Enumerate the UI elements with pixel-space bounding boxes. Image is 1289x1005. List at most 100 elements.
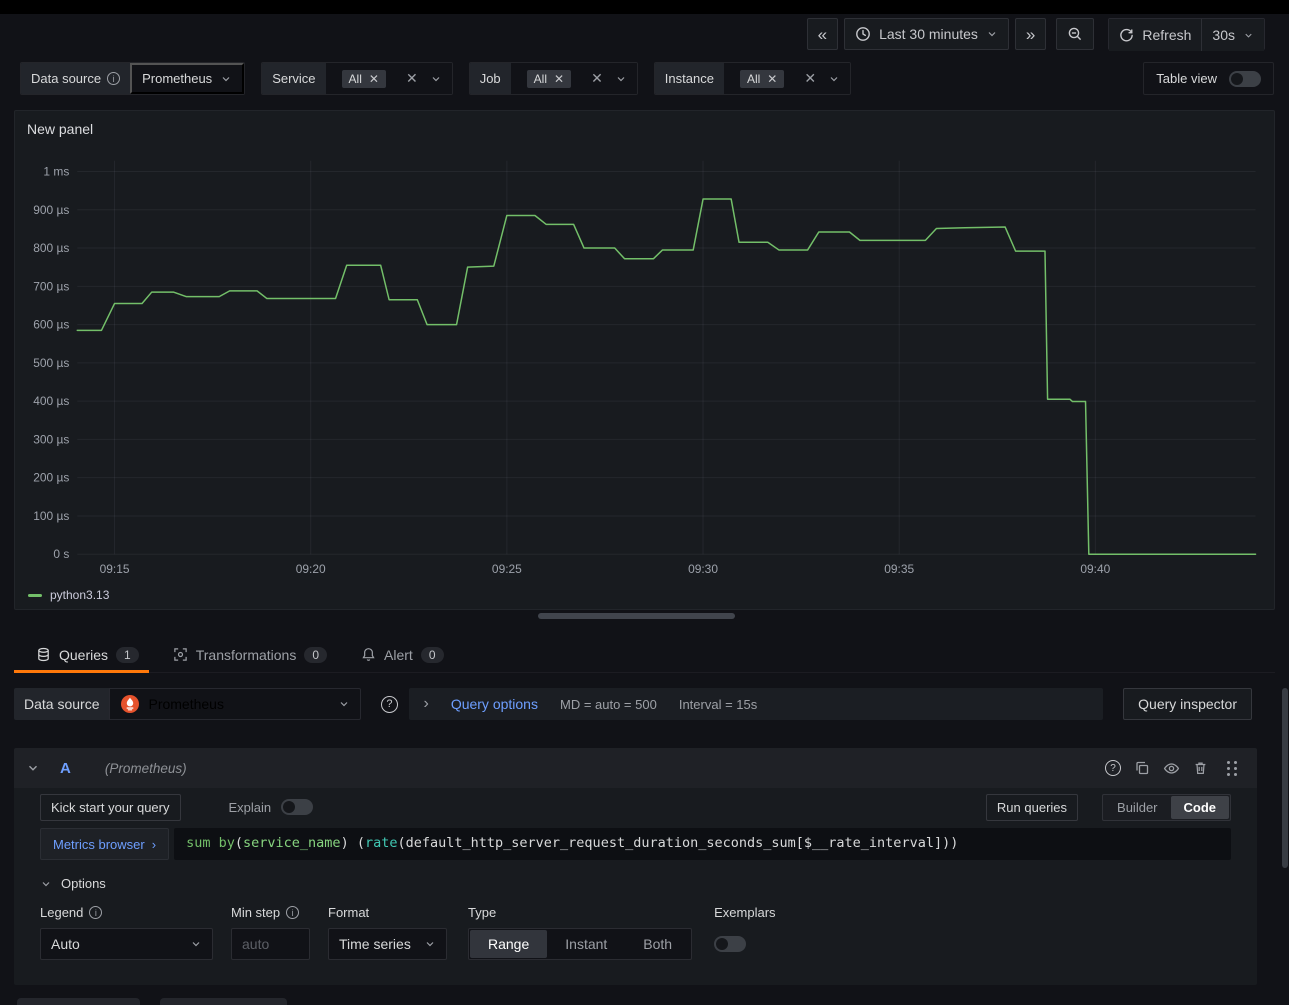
min-step-input[interactable] <box>231 928 310 960</box>
filter-instance-chip[interactable]: All ✕ <box>740 70 784 88</box>
filter-job-chip[interactable]: All ✕ <box>527 70 571 88</box>
exemplars-label: Exemplars <box>714 905 775 920</box>
tab-count-badge: 0 <box>421 647 444 663</box>
filter-data-source-value: Prometheus <box>142 71 212 86</box>
collapse-chevron-icon[interactable] <box>26 761 40 775</box>
filter-service-chip[interactable]: All ✕ <box>342 70 386 88</box>
svg-text:100 µs: 100 µs <box>33 509 69 523</box>
options-collapse-header[interactable]: Options <box>40 876 1231 891</box>
refresh-group: Refresh 30s <box>1108 18 1265 50</box>
filter-data-source: Data source i Prometheus <box>20 62 245 95</box>
partial-button[interactable] <box>160 998 287 1005</box>
chevron-down-icon <box>986 28 998 40</box>
refresh-interval-dropdown[interactable]: 30s <box>1201 19 1264 51</box>
query-options-section: Options Legendi Auto Min stepi Format Ti… <box>40 876 1231 960</box>
magnifier-minus-icon <box>1067 26 1083 42</box>
zoom-out-time-button[interactable] <box>1056 18 1094 50</box>
toggle-visibility-icon[interactable] <box>1163 760 1180 777</box>
filter-instance-label: Instance <box>665 71 714 86</box>
filter-data-source-label: Data source <box>31 71 101 86</box>
type-option-instant[interactable]: Instant <box>547 930 625 958</box>
partial-button[interactable] <box>17 998 140 1005</box>
type-option-range[interactable]: Range <box>470 930 547 958</box>
svg-text:300 µs: 300 µs <box>33 432 69 446</box>
max-data-points-value: MD = auto = 500 <box>560 697 657 712</box>
refresh-interval-value: 30s <box>1212 27 1235 43</box>
chevron-down-icon <box>220 73 232 85</box>
type-option-both[interactable]: Both <box>625 930 690 958</box>
tab-queries[interactable]: Queries 1 <box>14 637 149 672</box>
type-label: Type <box>468 905 496 920</box>
clear-filter-icon[interactable]: ✕ <box>804 70 816 87</box>
svg-text:09:30: 09:30 <box>688 562 718 576</box>
data-source-select[interactable]: Prometheus <box>109 688 361 720</box>
tab-count-badge: 0 <box>304 647 327 663</box>
query-datasource-hint: (Prometheus) <box>105 761 187 776</box>
clock-icon <box>855 26 871 42</box>
tab-transformations[interactable]: Transformations 0 <box>163 637 337 672</box>
promql-expression[interactable]: sum by(service_name) (rate(default_http_… <box>174 828 1231 860</box>
time-shift-forward-button[interactable]: » <box>1015 18 1046 50</box>
filter-service: Service All ✕ ✕ <box>261 62 453 95</box>
builder-mode-option[interactable]: Builder <box>1104 796 1170 819</box>
close-icon[interactable]: ✕ <box>369 72 379 86</box>
info-icon: i <box>107 72 120 85</box>
svg-text:900 µs: 900 µs <box>33 203 69 217</box>
clear-filter-icon[interactable]: ✕ <box>591 70 603 87</box>
interval-value: Interval = 15s <box>679 697 757 712</box>
code-mode-option[interactable]: Code <box>1171 796 1230 819</box>
exemplars-toggle[interactable] <box>714 936 746 952</box>
time-shift-back-button[interactable]: « <box>807 18 838 50</box>
series-legend[interactable]: python3.13 <box>28 588 109 602</box>
query-row-a: A (Prometheus) ? Kick start your query E… <box>14 748 1257 985</box>
top-strip <box>0 0 1289 14</box>
vertical-scrollbar[interactable] <box>1282 688 1288 868</box>
data-source-help-button[interactable]: ? <box>373 688 405 720</box>
clear-filter-icon[interactable]: ✕ <box>406 70 418 87</box>
svg-text:400 µs: 400 µs <box>33 394 69 408</box>
duplicate-query-icon[interactable] <box>1134 760 1150 776</box>
table-view-toggle[interactable] <box>1229 71 1261 87</box>
explain-toggle[interactable] <box>281 799 313 815</box>
query-help-button[interactable]: ? <box>1105 760 1121 776</box>
double-chevron-left-icon: « <box>818 26 827 43</box>
filterbar-spacer <box>867 62 1127 95</box>
tab-label: Alert <box>384 647 413 663</box>
delete-query-icon[interactable] <box>1193 760 1208 776</box>
chevron-down-icon[interactable] <box>615 73 627 85</box>
close-icon[interactable]: ✕ <box>554 72 564 86</box>
legend-select[interactable]: Auto <box>40 928 213 960</box>
run-queries-button[interactable]: Run queries <box>986 794 1078 821</box>
chip-value: All <box>534 72 547 86</box>
format-select[interactable]: Time series <box>328 928 447 960</box>
query-ref-id: A <box>60 760 71 777</box>
format-label: Format <box>328 905 369 920</box>
svg-text:600 µs: 600 µs <box>33 318 69 332</box>
time-range-picker[interactable]: Last 30 minutes <box>844 18 1009 50</box>
drag-handle[interactable] <box>1227 761 1237 776</box>
chevron-down-icon[interactable] <box>430 73 442 85</box>
series-dash <box>28 594 42 597</box>
query-inspector-button[interactable]: Query inspector <box>1123 688 1252 720</box>
bell-icon <box>361 647 376 662</box>
legend-label: Legend <box>40 905 83 920</box>
help-icon: ? <box>1105 760 1121 776</box>
refresh-button[interactable]: Refresh <box>1109 19 1201 51</box>
timeseries-chart[interactable]: 1 ms900 µs800 µs700 µs600 µs500 µs400 µs… <box>15 111 1274 609</box>
help-icon: ? <box>381 696 398 713</box>
query-toolbar: Data source Prometheus ? › Query options… <box>14 687 1252 721</box>
kick-start-query-button[interactable]: Kick start your query <box>40 794 181 821</box>
close-icon[interactable]: ✕ <box>767 72 777 86</box>
data-source-value: Prometheus <box>148 696 330 712</box>
filter-data-source-select[interactable]: Prometheus <box>130 63 244 94</box>
double-chevron-right-icon: » <box>1026 26 1035 43</box>
tab-alert[interactable]: Alert 0 <box>351 637 453 672</box>
svg-text:200 µs: 200 µs <box>33 471 69 485</box>
query-row-header[interactable]: A (Prometheus) ? <box>14 748 1257 788</box>
chevron-down-icon[interactable] <box>828 73 840 85</box>
svg-text:700 µs: 700 µs <box>33 279 69 293</box>
metrics-browser-button[interactable]: Metrics browser › <box>40 828 169 860</box>
query-options-bar[interactable]: › Query options MD = auto = 500 Interval… <box>409 688 1103 720</box>
horizontal-scrollbar[interactable] <box>538 613 735 619</box>
chevron-down-icon <box>40 878 52 890</box>
